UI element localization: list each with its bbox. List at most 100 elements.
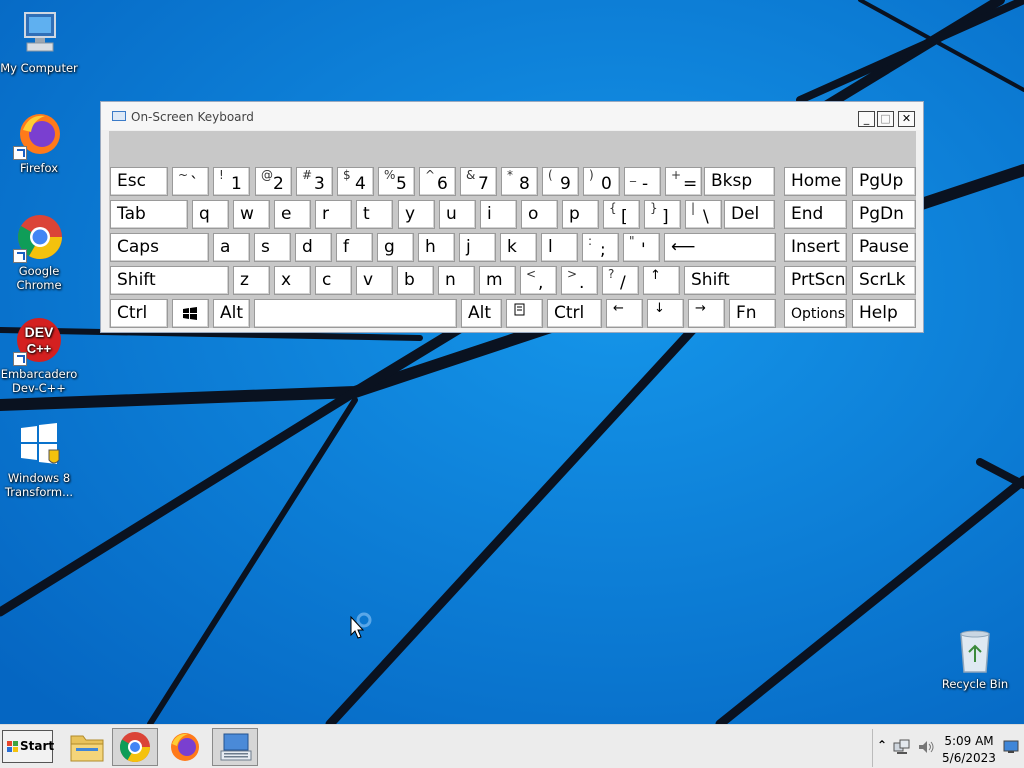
network-icon[interactable] <box>893 739 911 755</box>
key-q[interactable]: q <box>192 200 229 229</box>
clock-date[interactable]: 5/6/2023 <box>937 751 1001 765</box>
key-p[interactable]: p <box>562 200 599 229</box>
key-menu-key[interactable] <box>506 299 543 328</box>
desktop-icon-my-computer[interactable]: My Computer <box>0 10 78 75</box>
key-w[interactable]: w <box>233 200 270 229</box>
key-symbol[interactable]: + = <box>665 167 702 196</box>
key-1[interactable]: ! 1 <box>213 167 250 196</box>
key-symbol[interactable]: ↑ <box>643 266 680 295</box>
key-j[interactable]: j <box>459 233 496 262</box>
key-pause[interactable]: Pause <box>852 233 916 262</box>
key-alt[interactable]: Alt <box>461 299 502 328</box>
key-insert[interactable]: Insert <box>784 233 847 262</box>
key-v[interactable]: v <box>356 266 393 295</box>
key-symbol[interactable]: ↓ <box>647 299 684 328</box>
key-symbol[interactable]: " ' <box>623 233 660 262</box>
key-k[interactable]: k <box>500 233 537 262</box>
key-symbol[interactable]: ? / <box>602 266 639 295</box>
key-t[interactable]: t <box>356 200 393 229</box>
taskbar-on-screen-keyboard[interactable] <box>212 728 258 766</box>
key-end[interactable]: End <box>784 200 847 229</box>
key-symbol[interactable]: ← <box>606 299 643 328</box>
key-6[interactable]: ^ 6 <box>419 167 456 196</box>
key-symbol[interactable]: >. <box>561 266 598 295</box>
key-alt[interactable]: Alt <box>213 299 250 328</box>
key-prtscn[interactable]: PrtScn <box>784 266 847 295</box>
key-5[interactable]: % 5 <box>378 167 415 196</box>
key-ctrl[interactable]: Ctrl <box>110 299 168 328</box>
key-symbol[interactable]: ~ ` <box>172 167 209 196</box>
key-symbol[interactable]: | \ <box>685 200 722 229</box>
key-9[interactable]: (9 <box>542 167 579 196</box>
key-0[interactable]: ) 0 <box>583 167 620 196</box>
key-home[interactable]: Home <box>784 167 847 196</box>
key-symbol[interactable]: _ - <box>624 167 661 196</box>
key-g[interactable]: g <box>377 233 414 262</box>
key-symbol[interactable]: }] <box>644 200 681 229</box>
key-bksp[interactable]: Bksp <box>704 167 775 196</box>
chevron-up-icon[interactable]: ⌃ <box>877 738 887 752</box>
key-2[interactable]: @2 <box>255 167 292 196</box>
key-label: 8 <box>519 174 530 194</box>
key-esc[interactable]: Esc <box>110 167 168 196</box>
key-4[interactable]: $4 <box>337 167 374 196</box>
key-b[interactable]: b <box>397 266 434 295</box>
key-x[interactable]: x <box>274 266 311 295</box>
key-o[interactable]: o <box>521 200 558 229</box>
start-button[interactable]: Start <box>2 730 54 763</box>
key-pgup[interactable]: PgUp <box>852 167 916 196</box>
key-shift[interactable]: Shift <box>684 266 776 295</box>
key-symbol[interactable]: :; <box>582 233 619 262</box>
key-s[interactable]: s <box>254 233 291 262</box>
desktop-icon-devcpp[interactable]: DEV C++ Embarcadero Dev-C++ <box>0 316 78 395</box>
key-f[interactable]: f <box>336 233 373 262</box>
close-button[interactable]: ✕ <box>898 111 915 127</box>
key-8[interactable]: * 8 <box>501 167 538 196</box>
window-titlebar[interactable]: On-Screen Keyboard _ □ ✕ <box>101 102 923 130</box>
volume-icon[interactable] <box>917 739 935 755</box>
key-pgdn[interactable]: PgDn <box>852 200 916 229</box>
key-n[interactable]: n <box>438 266 475 295</box>
key-caps[interactable]: Caps <box>110 233 209 262</box>
key-del[interactable]: Del <box>724 200 775 229</box>
key-y[interactable]: y <box>398 200 435 229</box>
key-h[interactable]: h <box>418 233 455 262</box>
taskbar-firefox[interactable] <box>162 728 208 766</box>
taskbar-file-explorer[interactable] <box>64 728 110 766</box>
clock-time[interactable]: 5:09 AM <box>937 734 1001 748</box>
key-symbol[interactable]: {[ <box>603 200 640 229</box>
key-fn[interactable]: Fn <box>729 299 776 328</box>
desktop-icon-windows8-transform[interactable]: Windows 8 Transform... <box>0 420 78 499</box>
key-u[interactable]: u <box>439 200 476 229</box>
key-windows-key[interactable] <box>172 299 209 328</box>
desktop-icon-firefox[interactable]: Firefox <box>0 110 78 175</box>
key-3[interactable]: #3 <box>296 167 333 196</box>
key-z[interactable]: z <box>233 266 270 295</box>
key-options[interactable]: Options <box>784 299 847 328</box>
key-help[interactable]: Help <box>852 299 916 328</box>
key-m[interactable]: m <box>479 266 516 295</box>
key-7[interactable]: & 7 <box>460 167 497 196</box>
key-d[interactable]: d <box>295 233 332 262</box>
key-tab[interactable]: Tab <box>110 200 188 229</box>
key-ctrl[interactable]: Ctrl <box>547 299 602 328</box>
key-label: c <box>322 270 332 290</box>
key-i[interactable]: i <box>480 200 517 229</box>
key-symbol[interactable]: ⟵ <box>664 233 776 262</box>
key-symbol[interactable]: <, <box>520 266 557 295</box>
key-e[interactable]: e <box>274 200 311 229</box>
key-scrlk[interactable]: ScrLk <box>852 266 916 295</box>
key-shift[interactable]: Shift <box>110 266 229 295</box>
key-space[interactable] <box>254 299 457 328</box>
minimize-button[interactable]: _ <box>858 111 875 127</box>
key-a[interactable]: a <box>213 233 250 262</box>
key-symbol[interactable]: → <box>688 299 725 328</box>
taskbar-google-chrome[interactable] <box>112 728 158 766</box>
key-l[interactable]: l <box>541 233 578 262</box>
show-desktop-icon[interactable] <box>1003 740 1019 754</box>
key-r[interactable]: r <box>315 200 352 229</box>
maximize-button[interactable]: □ <box>877 111 894 127</box>
desktop-icon-google-chrome[interactable]: Google Chrome <box>0 213 78 292</box>
key-c[interactable]: c <box>315 266 352 295</box>
desktop-icon-recycle-bin[interactable]: Recycle Bin <box>936 626 1014 691</box>
